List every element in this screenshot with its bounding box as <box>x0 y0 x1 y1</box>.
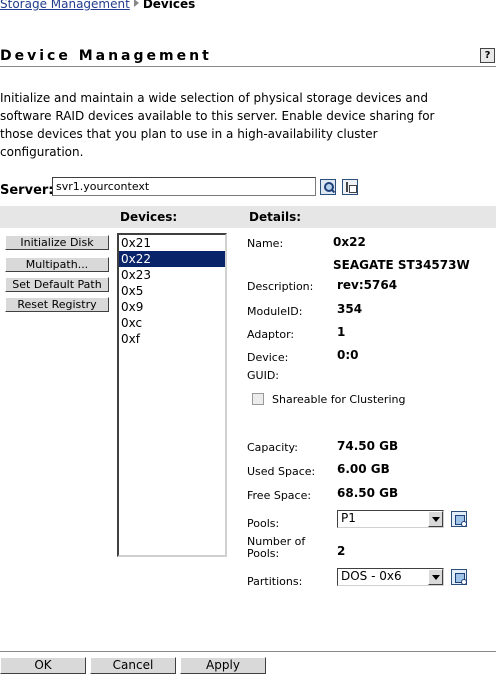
reset-registry-button[interactable]: Reset Registry <box>5 297 109 312</box>
apply-button[interactable]: Apply <box>180 657 266 674</box>
free-space-label: Free Space: <box>247 489 312 502</box>
page-description: Initialize and maintain a wide selection… <box>0 91 435 159</box>
page-title: Device Management <box>0 48 212 64</box>
chevron-down-icon[interactable] <box>428 569 443 585</box>
column-header-band <box>0 206 496 228</box>
server-input[interactable] <box>52 177 316 196</box>
pools-select-value: P1 <box>341 511 356 525</box>
shareable-label: Shareable for Clustering <box>272 393 406 406</box>
breadcrumb-separator-icon <box>133 0 139 7</box>
description-label: Description: <box>247 280 314 293</box>
used-space-value: 6.00 GB <box>337 462 390 476</box>
multipath-button[interactable]: Multipath... <box>5 257 109 272</box>
model-value: SEAGATE ST34573W <box>333 258 470 272</box>
devices-listbox[interactable]: 0x21 0x22 0x23 0x5 0x9 0xc 0xf <box>117 233 227 557</box>
pool-properties-icon[interactable] <box>451 511 467 527</box>
chevron-down-icon[interactable] <box>428 511 443 527</box>
tree-browse-icon[interactable] <box>342 179 358 195</box>
pools-label: Pools: <box>247 517 280 530</box>
partitions-label: Partitions: <box>247 575 303 588</box>
device-item-0x9[interactable]: 0x9 <box>119 299 225 315</box>
breadcrumb: Storage Management Devices <box>0 0 195 13</box>
ok-button[interactable]: OK <box>0 657 86 674</box>
module-id-value: 354 <box>337 302 363 316</box>
capacity-label: Capacity: <box>247 441 298 454</box>
device-item-0x5[interactable]: 0x5 <box>119 283 225 299</box>
number-of-pools-label-line2: Pools: <box>247 547 280 560</box>
partitions-select[interactable]: DOS - 0x6 <box>337 568 444 586</box>
device-item-0xf[interactable]: 0xf <box>119 331 225 347</box>
partitions-select-value: DOS - 0x6 <box>341 569 402 583</box>
search-icon[interactable] <box>320 179 336 195</box>
module-id-label: ModuleID: <box>247 305 303 318</box>
device-item-0xc[interactable]: 0xc <box>119 315 225 331</box>
adaptor-label: Adaptor: <box>247 328 295 341</box>
pools-select[interactable]: P1 <box>337 510 444 528</box>
footer-divider <box>0 651 496 652</box>
device-item-0x23[interactable]: 0x23 <box>119 267 225 283</box>
device-item-0x21[interactable]: 0x21 <box>119 235 225 251</box>
device-item-0x22[interactable]: 0x22 <box>119 251 225 267</box>
name-label: Name: <box>247 237 284 250</box>
device-label: Device: <box>247 351 289 364</box>
guid-label: GUID: <box>247 369 279 382</box>
free-space-value: 68.50 GB <box>337 486 399 500</box>
details-header: Details: <box>249 210 302 224</box>
shareable-checkbox[interactable] <box>252 393 264 405</box>
number-of-pools-value: 2 <box>337 544 346 558</box>
initialize-disk-button[interactable]: Initialize Disk <box>5 235 109 250</box>
name-value: 0x22 <box>333 235 366 249</box>
adaptor-value: 1 <box>337 325 346 339</box>
used-space-label: Used Space: <box>247 465 316 478</box>
device-value: 0:0 <box>337 348 359 362</box>
help-button[interactable]: ? <box>480 48 495 63</box>
devices-header: Devices: <box>120 210 178 224</box>
capacity-value: 74.50 GB <box>337 439 399 453</box>
breadcrumb-current: Devices <box>142 0 196 11</box>
breadcrumb-link-storage-management[interactable]: Storage Management <box>0 0 130 11</box>
title-divider <box>0 66 496 67</box>
partition-properties-icon[interactable] <box>451 569 467 585</box>
description-value: rev:5764 <box>337 278 398 292</box>
server-label: Server: <box>0 183 54 198</box>
cancel-button[interactable]: Cancel <box>90 657 176 674</box>
set-default-path-button[interactable]: Set Default Path <box>5 277 109 292</box>
